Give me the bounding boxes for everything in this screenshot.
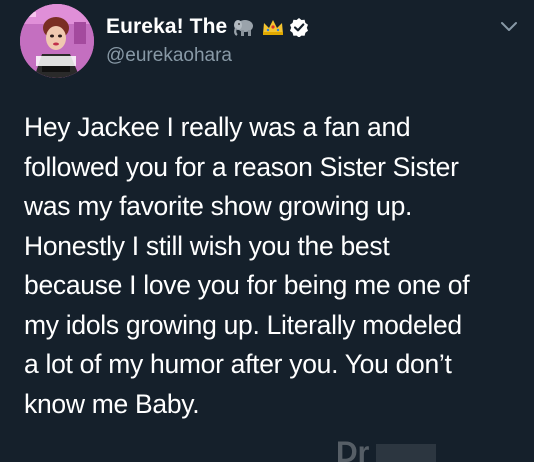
tweet-card: Eureka! The @eurekaohara Hey Jackee I re… <box>0 0 534 462</box>
chevron-down-icon[interactable] <box>497 14 521 38</box>
avatar[interactable] <box>20 4 94 78</box>
tweet-header: Eureka! The @eurekaohara <box>20 4 520 84</box>
verified-badge-icon <box>289 17 309 38</box>
svg-text:Dr: Dr <box>336 436 370 462</box>
user-names: Eureka! The @eurekaohara <box>106 14 309 67</box>
elephant-icon <box>233 18 255 36</box>
crown-icon <box>261 18 285 36</box>
user-handle[interactable]: @eurekaohara <box>106 45 309 67</box>
tweet-text: Hey Jackee I really was a fan and follow… <box>24 112 470 419</box>
watermark-logo: Dr <box>336 432 446 462</box>
display-name[interactable]: Eureka! The <box>106 15 227 39</box>
avatar-image <box>20 4 94 78</box>
display-name-row: Eureka! The <box>106 14 309 40</box>
